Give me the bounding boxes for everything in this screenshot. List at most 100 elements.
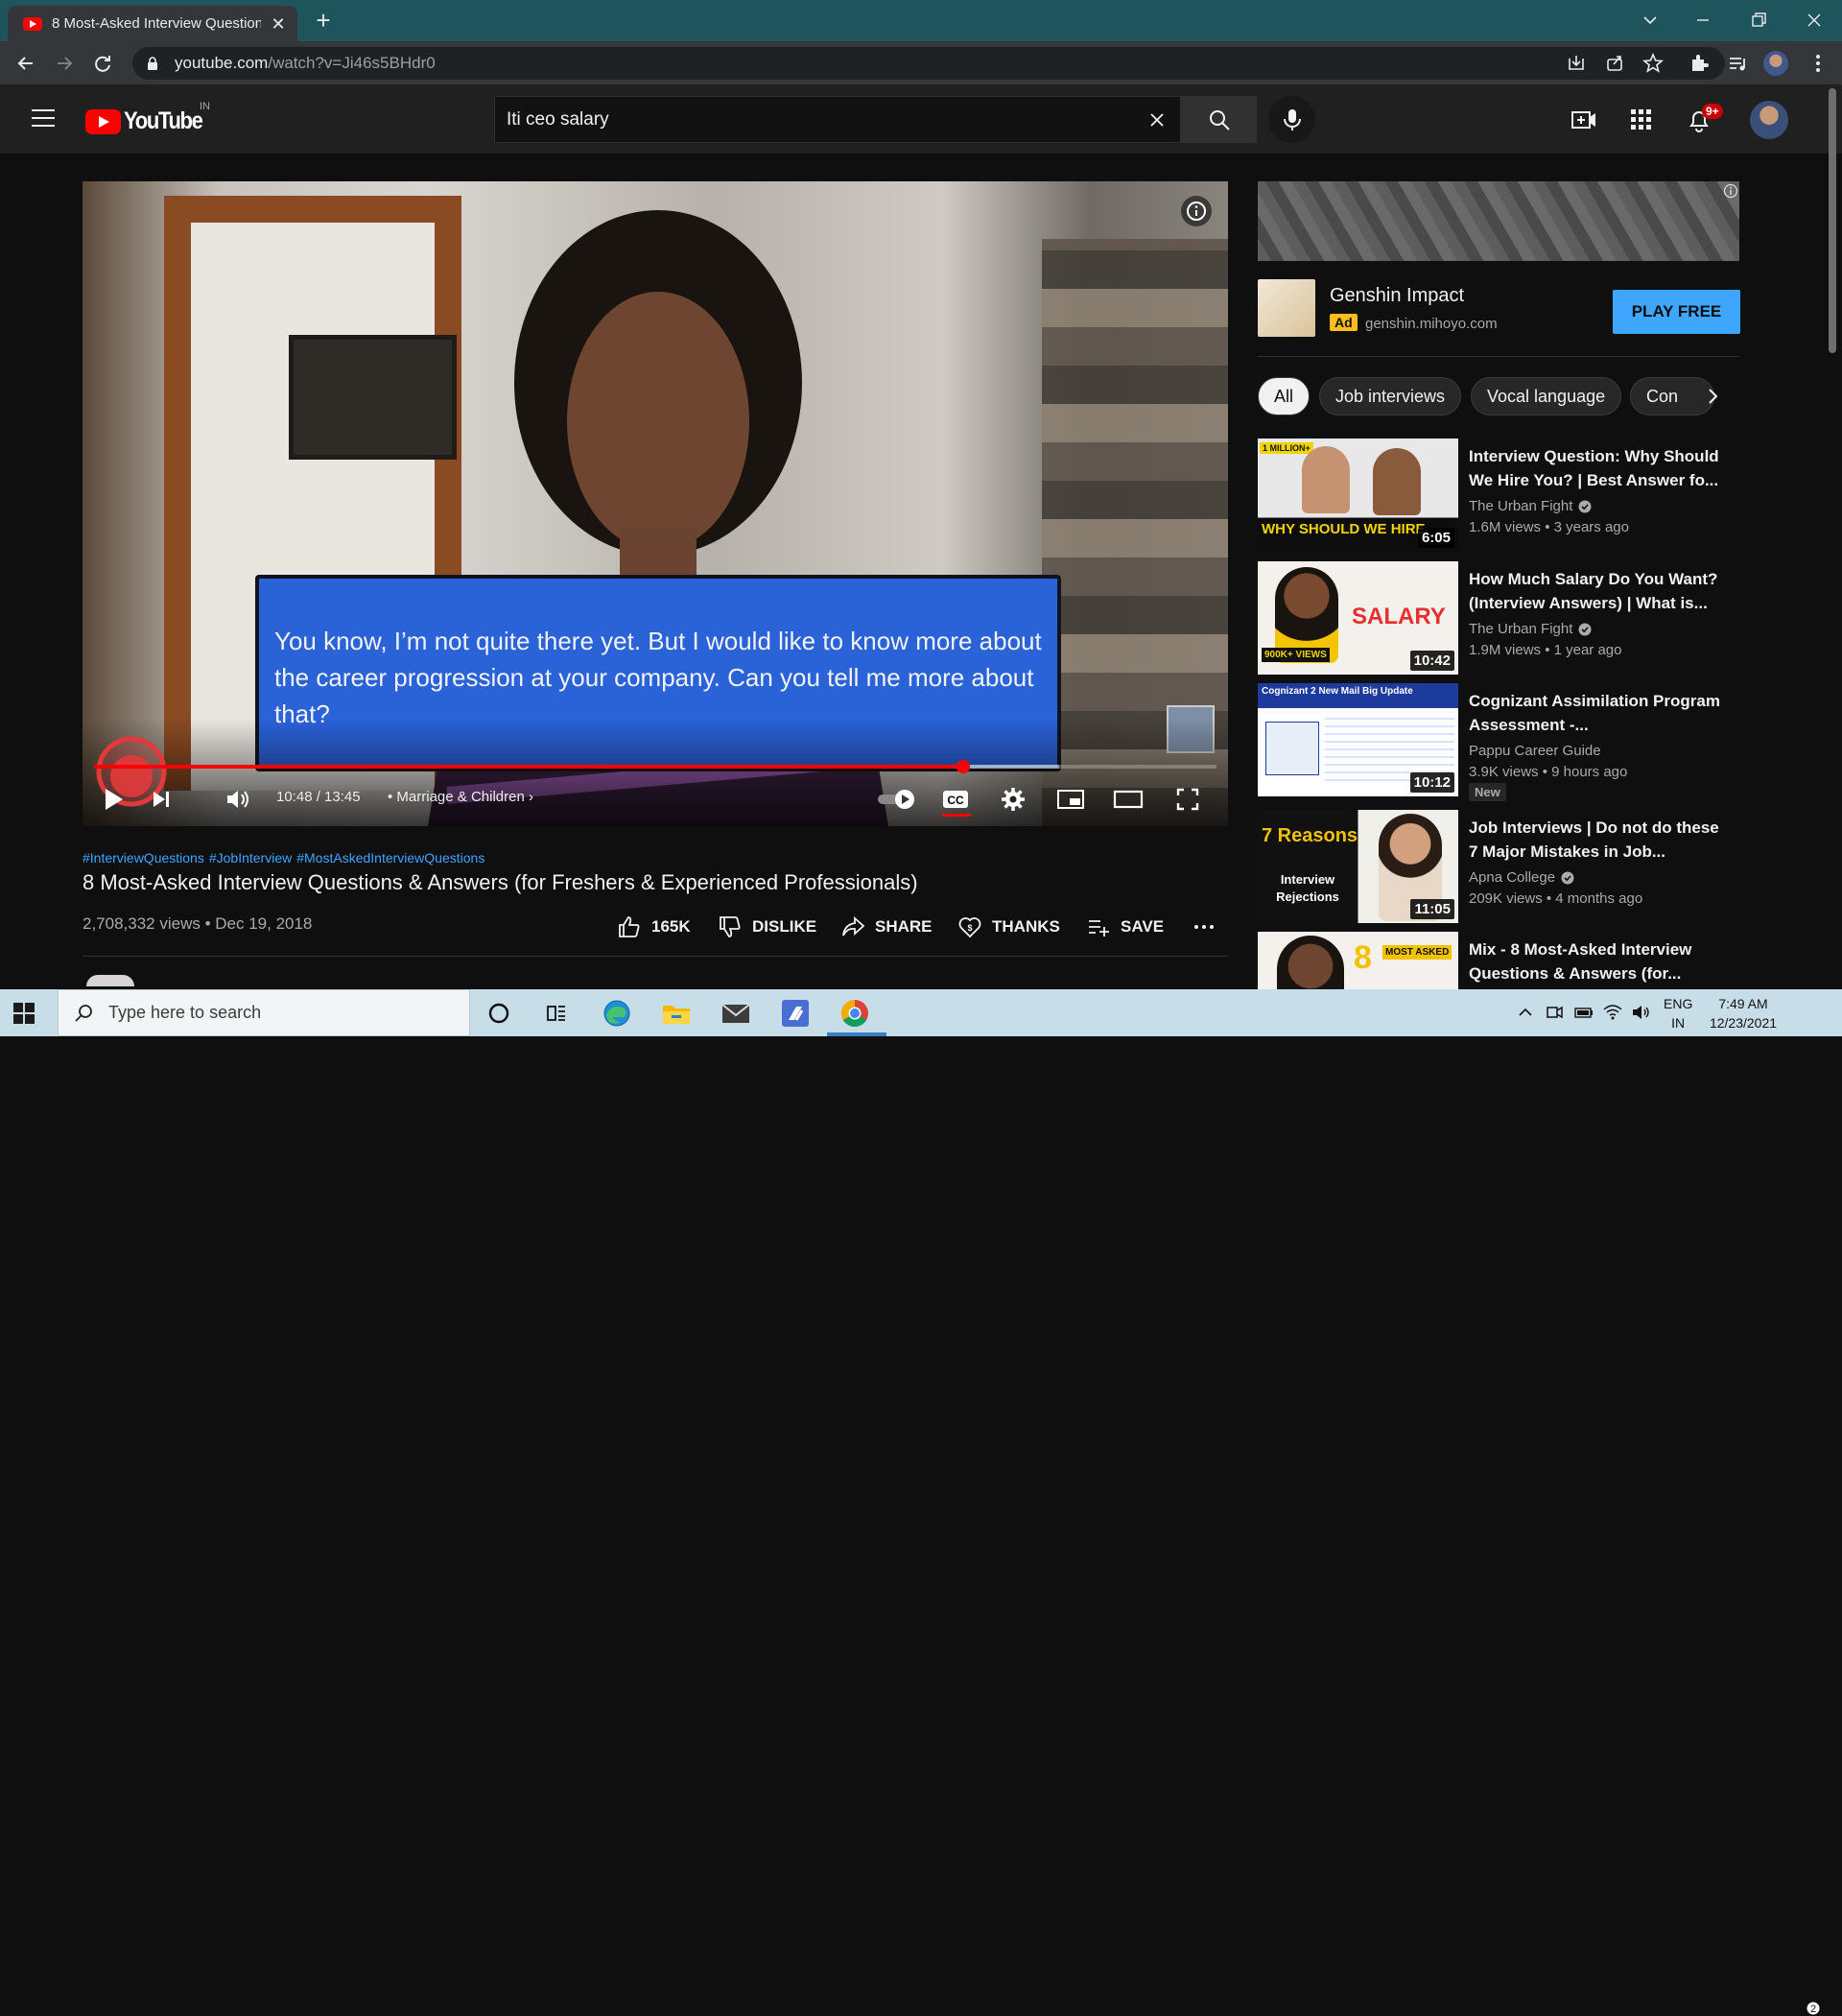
chrome-icon[interactable]	[838, 997, 871, 1030]
edge-browser-icon[interactable]	[601, 997, 633, 1030]
windows-start-icon[interactable]	[12, 1001, 36, 1026]
miniplayer-icon[interactable]	[1053, 782, 1088, 817]
video-thumbnail[interactable]: 8 MOST ASKED	[1258, 932, 1458, 989]
profile-avatar-icon[interactable]	[1763, 51, 1788, 76]
lock-icon[interactable]	[146, 57, 159, 70]
share-button[interactable]: SHARE	[840, 912, 933, 942]
ad-app-icon[interactable]	[1258, 279, 1315, 337]
close-window-button[interactable]	[1800, 6, 1829, 35]
search-button[interactable]	[1181, 96, 1257, 143]
save-button[interactable]: SAVE	[1086, 912, 1164, 942]
recommendation-channel[interactable]: The Urban Fight	[1469, 621, 1592, 637]
voice-search-button[interactable]	[1268, 96, 1315, 143]
wifi-icon[interactable]	[1602, 1003, 1622, 1022]
thumb-person	[1277, 936, 1344, 989]
fullscreen-icon[interactable]	[1170, 782, 1205, 817]
browser-tab[interactable]: 8 Most-Asked Interview Question ✕	[8, 6, 297, 41]
channel-avatar[interactable]	[86, 975, 134, 986]
autoplay-toggle[interactable]	[875, 782, 919, 817]
address-bar[interactable]: youtube.com/watch?v=Ji46s5BHdr0	[132, 47, 1725, 80]
reload-icon[interactable]	[88, 49, 117, 78]
recommendation-item[interactable]: SALARY 900K+ VIEWS 10:42 How Much Salary…	[1258, 561, 1747, 678]
chapter-title[interactable]: • Marriage & Children ›	[388, 789, 533, 805]
tab-search-icon[interactable]	[1636, 6, 1665, 35]
minimize-button[interactable]	[1688, 6, 1717, 35]
recommendation-title[interactable]: Interview Question: Why Should We Hire Y…	[1469, 444, 1728, 492]
show-hidden-icons-chevron-icon[interactable]	[1516, 1003, 1535, 1022]
clear-search-icon[interactable]	[1145, 108, 1169, 131]
restore-button[interactable]	[1744, 6, 1773, 35]
like-button[interactable]: 165K	[617, 912, 691, 942]
forward-arrow-icon[interactable]	[50, 49, 79, 78]
recommendation-title[interactable]: How Much Salary Do You Want? (Interview …	[1469, 567, 1728, 615]
dislike-button[interactable]: DISLIKE	[718, 912, 816, 942]
hamburger-menu-icon[interactable]	[31, 107, 56, 129]
action-center-icon[interactable]: 2	[1790, 1989, 1821, 2016]
account-avatar[interactable]	[1750, 101, 1788, 139]
subtitles-cc-icon[interactable]: CC	[938, 782, 973, 817]
chip-all[interactable]: All	[1258, 377, 1311, 415]
chip-vocal-language[interactable]: Vocal language	[1471, 377, 1622, 415]
hashtag-link[interactable]: #JobInterview	[209, 850, 292, 866]
taskbar-search-box[interactable]: Type here to search	[58, 989, 470, 1036]
recommendation-item[interactable]: 1 MILLION+ WHY SHOULD WE HIRE 6:05 Inter…	[1258, 439, 1747, 556]
recommendation-channel[interactable]: Apna College	[1469, 869, 1574, 886]
more-actions-icon[interactable]	[1192, 912, 1226, 942]
install-app-icon[interactable]	[1564, 51, 1589, 76]
cortana-icon[interactable]	[483, 997, 515, 1030]
video-thumbnail[interactable]: SALARY 900K+ VIEWS 10:42	[1258, 561, 1458, 675]
chip-job-interviews[interactable]: Job interviews	[1319, 377, 1462, 415]
media-queue-icon[interactable]	[1725, 51, 1750, 76]
hashtag-link[interactable]: #InterviewQuestions	[83, 850, 204, 866]
progress-bar[interactable]	[94, 760, 1216, 773]
search-input[interactable]	[507, 108, 1145, 130]
recommendation-item[interactable]: 8 MOST ASKED Mix - 8 Most-Asked Intervie…	[1258, 932, 1747, 989]
new-tab-button[interactable]: +	[309, 8, 338, 35]
search-box[interactable]	[494, 96, 1181, 143]
video-thumbnail[interactable]: 1 MILLION+ WHY SHOULD WE HIRE 6:05	[1258, 439, 1458, 552]
create-video-icon[interactable]	[1570, 106, 1598, 134]
bookmark-star-icon[interactable]	[1641, 51, 1665, 76]
video-thumbnail[interactable]: 7 Reasons Interview Rejections 11:05	[1258, 810, 1458, 923]
video-thumbnail[interactable]: Cognizant 2 New Mail Big Update 10:12	[1258, 683, 1458, 796]
extensions-puzzle-icon[interactable]	[1687, 51, 1712, 76]
speaker-volume-icon[interactable]	[1631, 1003, 1650, 1022]
recommendation-title[interactable]: Job Interviews | Do not do these 7 Major…	[1469, 816, 1728, 864]
file-explorer-icon[interactable]	[660, 997, 693, 1030]
recommendation-item[interactable]: Cognizant 2 New Mail Big Update 10:12 Co…	[1258, 683, 1747, 801]
hashtag-link[interactable]: #MostAskedInterviewQuestions	[296, 850, 484, 866]
progress-scrubber-handle[interactable]	[956, 760, 970, 773]
recommendation-channel[interactable]: The Urban Fight	[1469, 498, 1592, 514]
back-arrow-icon[interactable]	[12, 49, 40, 78]
thanks-button[interactable]: $ THANKS	[957, 912, 1060, 942]
recommendation-channel[interactable]: Pappu Career Guide	[1469, 743, 1601, 759]
settings-gear-icon[interactable]	[996, 782, 1030, 817]
volume-icon[interactable]	[221, 782, 255, 817]
task-view-icon[interactable]	[540, 997, 573, 1030]
mail-icon[interactable]	[720, 997, 752, 1030]
system-clock[interactable]: 7:49 AM 12/23/2021	[1700, 994, 1786, 1032]
apps-grid-icon[interactable]	[1627, 106, 1656, 134]
recommendation-title[interactable]: Mix - 8 Most-Asked Interview Questions &…	[1469, 937, 1728, 985]
next-video-button[interactable]	[144, 782, 178, 817]
video-player[interactable]: You know, I’m not quite there yet. But I…	[83, 181, 1228, 826]
page-scrollbar[interactable]	[1829, 88, 1836, 353]
tab-close-icon[interactable]: ✕	[269, 14, 288, 34]
chevron-right-icon[interactable]	[1698, 382, 1727, 411]
ad-title[interactable]: Genshin Impact	[1330, 285, 1464, 307]
recommendation-item[interactable]: 7 Reasons Interview Rejections 11:05 Job…	[1258, 810, 1747, 927]
share-page-icon[interactable]	[1602, 51, 1627, 76]
chrome-menu-icon[interactable]	[1806, 51, 1830, 76]
theater-mode-icon[interactable]	[1111, 782, 1145, 817]
play-button[interactable]	[96, 782, 130, 817]
input-language-indicator[interactable]: ENG IN	[1664, 994, 1692, 1032]
battery-icon[interactable]	[1573, 1003, 1593, 1022]
ad-banner-image[interactable]	[1258, 181, 1739, 261]
ad-info-icon[interactable]	[1723, 183, 1738, 199]
youtube-logo[interactable]: YouTube	[85, 107, 213, 135]
meet-now-icon[interactable]	[1545, 1003, 1564, 1022]
ad-play-free-button[interactable]: PLAY FREE	[1613, 290, 1740, 334]
video-info-icon[interactable]	[1181, 196, 1212, 226]
recommendation-title[interactable]: Cognizant Assimilation Program Assessmen…	[1469, 689, 1728, 737]
power-automate-icon[interactable]	[779, 997, 812, 1030]
